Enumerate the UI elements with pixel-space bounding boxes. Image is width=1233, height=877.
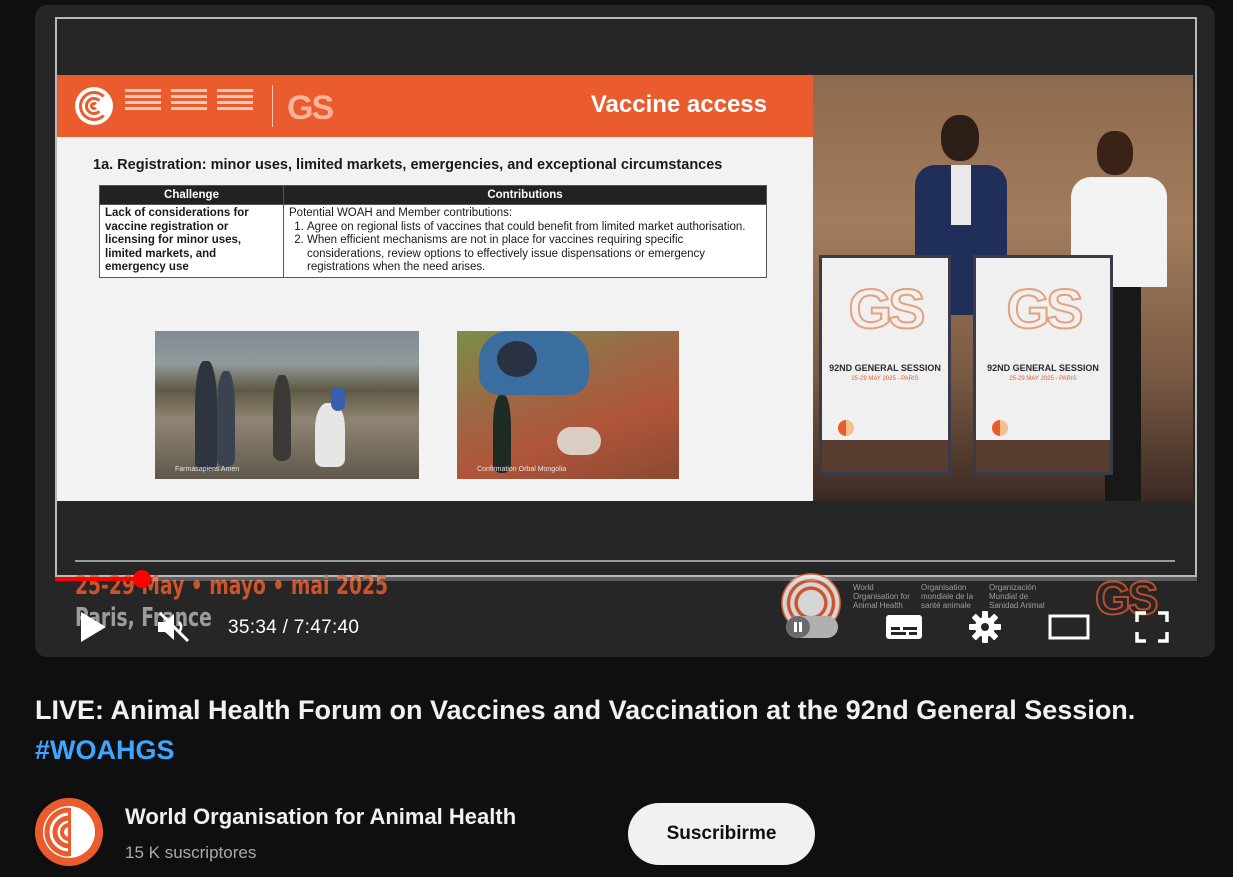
watermark-org-es: Organización Mundial de Sanidad Animal <box>989 583 1045 610</box>
podium-logo-icon <box>992 420 1008 436</box>
watermark-org-fr: Organisation mondiale de la santé animal… <box>921 583 974 610</box>
podium-logo-icon <box>838 420 854 436</box>
fullscreen-button[interactable] <box>1131 607 1173 647</box>
theater-mode-button[interactable] <box>1045 607 1093 647</box>
muted-volume-icon <box>158 611 190 643</box>
photo-field-vaccination: Farmasapiens Amen <box>155 331 419 479</box>
podium-left: GS 92ND GENERAL SESSION 25-29 MAY 2025 -… <box>819 255 951 475</box>
podium-gs-mark: GS <box>1006 276 1085 341</box>
contributions-cell: Potential WOAH and Member contributions:… <box>283 204 767 278</box>
autoplay-toggle-icon <box>786 616 838 638</box>
subtitles-icon <box>886 615 922 639</box>
slide-subtitle: 1a. Registration: minor uses, limited ma… <box>93 157 723 173</box>
list-item: Agree on regional lists of vaccines that… <box>307 221 761 235</box>
photo-animal-injection: Confirmation Orbal Mongolia <box>457 331 679 479</box>
woah-logo-icon <box>75 87 113 125</box>
presentation-slide: GS Vaccine access 1a. Registration: mino… <box>57 75 813 501</box>
progress-scrubber[interactable] <box>132 570 151 588</box>
play-icon <box>81 612 106 642</box>
photo-caption: Confirmation Orbal Mongolia <box>477 466 567 473</box>
overlay-divider <box>75 560 1175 562</box>
contributions-intro: Potential WOAH and Member contributions: <box>289 207 513 219</box>
gear-icon <box>969 611 1001 643</box>
channel-name[interactable]: World Organisation for Animal Health <box>125 804 516 830</box>
table-row: Lack of considerations for vaccine regis… <box>99 204 767 278</box>
event-dates: 25-29 May • mayo • mai 2025 <box>75 571 389 601</box>
podium-right: GS 92ND GENERAL SESSION 25-29 MAY 2025 -… <box>973 255 1113 475</box>
podium-dates-text: 25-29 MAY 2025 - PARIS <box>851 376 919 382</box>
progress-played <box>55 577 142 581</box>
settings-button[interactable] <box>963 607 1007 647</box>
table-header: Contributions <box>283 185 767 205</box>
video-title: LIVE: Animal Health Forum on Vaccines an… <box>35 690 1195 770</box>
play-button[interactable] <box>73 607 113 647</box>
mute-button[interactable] <box>151 607 197 647</box>
stage-camera-feed: GS 92ND GENERAL SESSION 25-29 MAY 2025 -… <box>813 75 1193 501</box>
list-item: When efficient mechanisms are not in pla… <box>307 234 761 275</box>
header-divider <box>272 85 273 127</box>
video-content[interactable]: GS Vaccine access 1a. Registration: mino… <box>57 75 1193 501</box>
podium-session-text: 92ND GENERAL SESSION <box>829 363 941 373</box>
gs-mark: GS <box>287 89 334 127</box>
subscribe-button[interactable]: Suscribirme <box>628 803 815 865</box>
photo-caption: Farmasapiens Amen <box>175 466 240 473</box>
subscriber-count: 15 K suscriptores <box>125 843 257 862</box>
watermark-org-en: World Organisation for Animal Health <box>853 583 910 610</box>
subtitles-button[interactable] <box>881 607 927 647</box>
watermark-org-text: World Organisation for Animal Health Orga… <box>853 583 1063 610</box>
challenge-cell: Lack of considerations for vaccine regis… <box>99 204 284 278</box>
table-header: Challenge <box>99 185 284 205</box>
fullscreen-icon <box>1135 611 1169 643</box>
podium-gs-mark: GS <box>848 276 927 341</box>
podium-dates-text: 25-29 MAY 2025 - PARIS <box>1009 376 1077 382</box>
video-player[interactable]: GS Vaccine access 1a. Registration: mino… <box>35 5 1215 657</box>
org-name-lines <box>125 89 275 123</box>
video-title-text: LIVE: Animal Health Forum on Vaccines an… <box>35 695 1136 725</box>
theater-mode-icon <box>1048 614 1090 640</box>
channel-avatar[interactable] <box>35 798 103 866</box>
progress-bar[interactable] <box>55 570 1197 588</box>
woah-logo-icon <box>35 798 103 866</box>
challenge-table: Challenge Contributions Lack of consider… <box>99 185 767 278</box>
slide-header: GS Vaccine access <box>57 75 813 137</box>
time-display: 35:34 / 7:47:40 <box>228 617 360 638</box>
podium-session-text: 92ND GENERAL SESSION <box>987 363 1099 373</box>
hashtag-link[interactable]: #WOAHGS <box>35 735 175 765</box>
slide-title: Vaccine access <box>590 91 767 118</box>
autoplay-toggle[interactable] <box>783 607 841 647</box>
